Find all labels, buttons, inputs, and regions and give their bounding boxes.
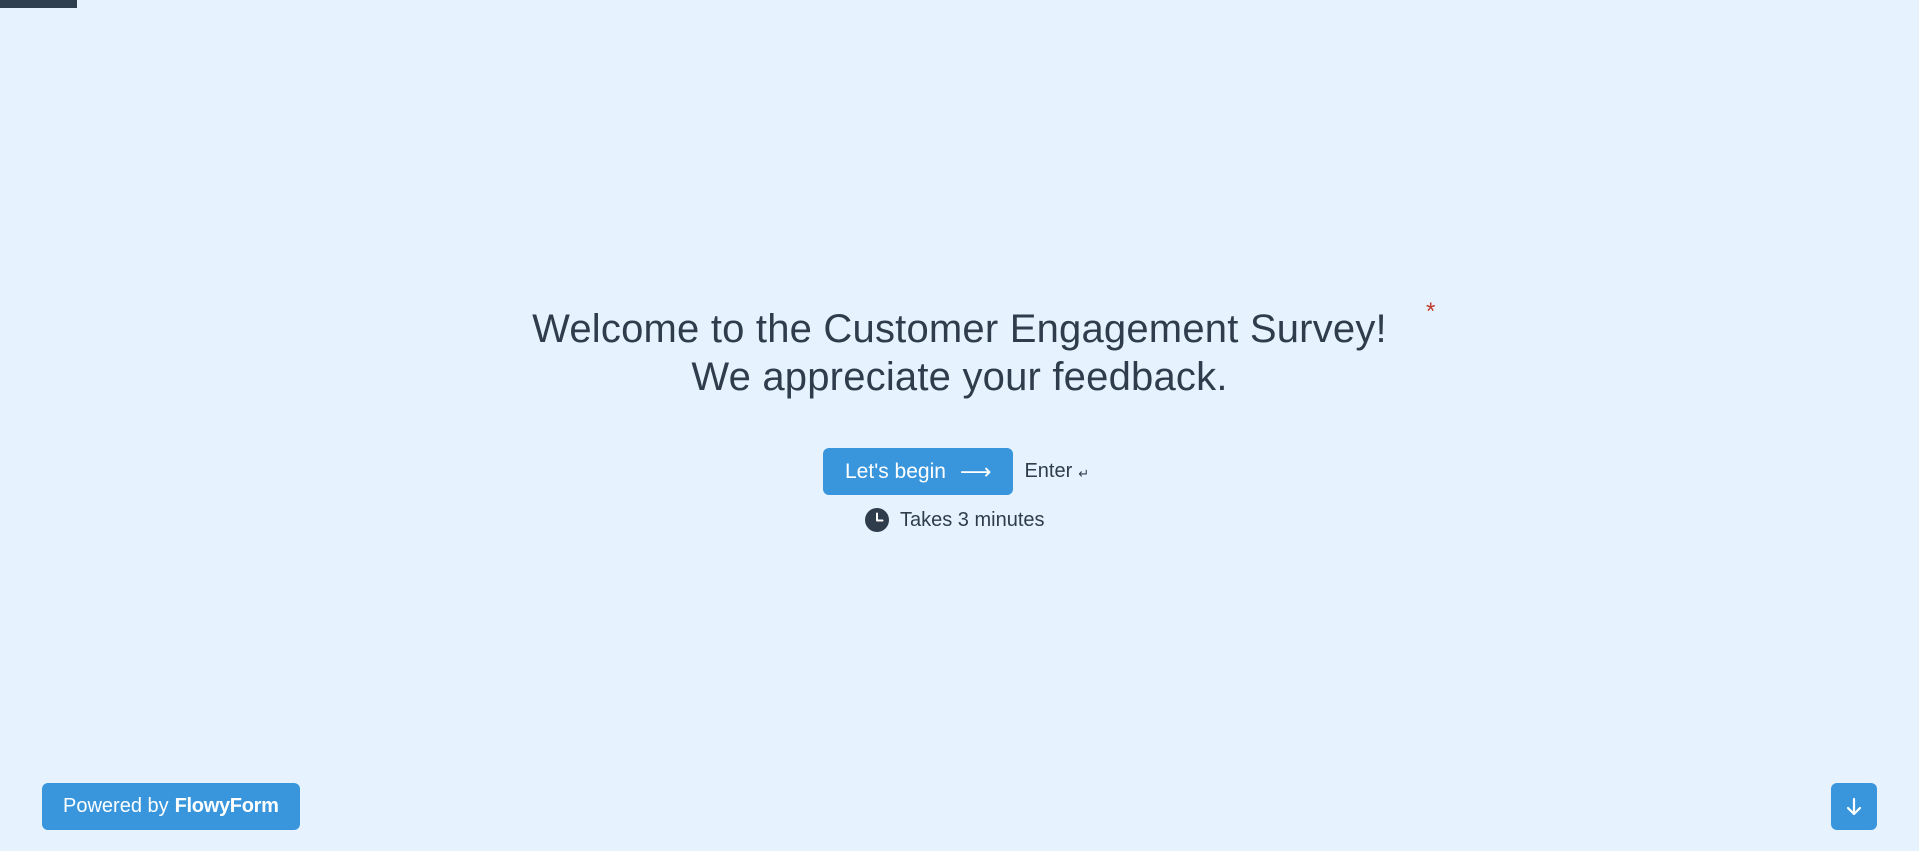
time-estimate-text: Takes 3 minutes: [900, 508, 1045, 531]
arrow-down-icon: [1846, 797, 1862, 815]
start-actions: Let's begin ⟶ Enter ↵: [823, 448, 1089, 495]
welcome-screen: Welcome to the Customer Engagement Surve…: [0, 305, 1919, 401]
lets-begin-label: Let's begin: [845, 459, 946, 483]
powered-by-prefix: Powered by: [63, 795, 169, 817]
welcome-title-line-1: Welcome to the Customer Engagement Surve…: [532, 307, 1387, 351]
welcome-title: Welcome to the Customer Engagement Surve…: [0, 305, 1919, 401]
required-marker: *: [1426, 298, 1436, 325]
time-estimate: Takes 3 minutes: [864, 507, 1045, 533]
powered-by-badge[interactable]: Powered by FlowyForm: [42, 783, 300, 830]
enter-key-icon: ↵: [1078, 466, 1090, 481]
brand-name: FlowyForm: [174, 795, 279, 817]
clock-icon: [865, 508, 889, 532]
arrow-right-icon: ⟶: [959, 458, 992, 484]
progress-bar: [0, 0, 77, 8]
welcome-title-line-2: We appreciate your feedback.: [691, 355, 1228, 399]
enter-key-hint: Enter ↵: [1024, 460, 1089, 483]
enter-hint-label: Enter: [1024, 460, 1073, 482]
lets-begin-button[interactable]: Let's begin ⟶: [823, 448, 1014, 495]
next-question-button[interactable]: [1831, 783, 1877, 830]
